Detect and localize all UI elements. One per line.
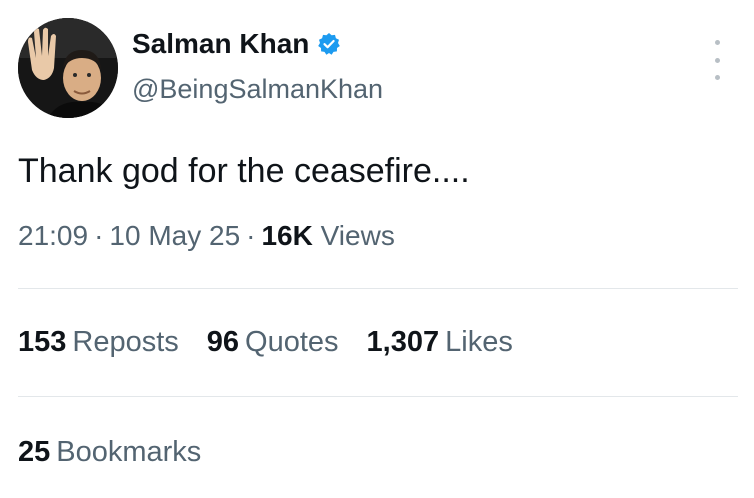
engagement-stats: 153 Reposts 96 Quotes 1,307 Likes [18, 326, 541, 359]
tweet-date[interactable]: 10 May 25 [109, 220, 240, 251]
views-count: 16K [261, 220, 313, 251]
quotes-count: 96 [206, 326, 240, 358]
tweet-meta: 21:09 · 10 May 25 · 16K Views [18, 220, 395, 252]
reposts-count: 153 [18, 326, 67, 358]
more-dot [714, 57, 720, 63]
verified-badge-icon [318, 33, 341, 55]
tweet-time[interactable]: 21:09 [18, 220, 88, 251]
likes-label: Likes [445, 326, 513, 358]
divider [18, 396, 738, 397]
quotes-stat[interactable]: 96 Quotes [207, 326, 339, 359]
bookmarks-stat[interactable]: 25 Bookmarks [18, 436, 201, 469]
views-label: Views [320, 220, 395, 251]
more-dot [714, 40, 720, 45]
likes-count: 1,307 [366, 326, 440, 358]
reposts-label: Reposts [72, 326, 179, 358]
author-name-row: Salman Khan [132, 28, 341, 60]
profile-photo-icon [18, 18, 118, 118]
more-dot [714, 75, 720, 80]
likes-stat[interactable]: 1,307 Likes [367, 326, 513, 359]
tweet-text: Thank god for the ceasefire.... [18, 152, 470, 190]
meta-separator: · [94, 220, 104, 251]
bookmarks-label: Bookmarks [56, 436, 202, 468]
divider [18, 288, 738, 289]
quotes-label: Quotes [245, 326, 339, 358]
reposts-stat[interactable]: 153 Reposts [18, 326, 179, 359]
tweet-card: Salman Khan @BeingSalmanKhan Thank god f… [0, 0, 754, 498]
display-name[interactable]: Salman Khan [132, 28, 309, 60]
avatar[interactable] [18, 18, 118, 118]
meta-separator: · [246, 220, 256, 251]
more-options-icon[interactable] [707, 40, 727, 80]
author-handle[interactable]: @BeingSalmanKhan [132, 74, 383, 105]
bookmarks-count: 25 [18, 436, 51, 468]
